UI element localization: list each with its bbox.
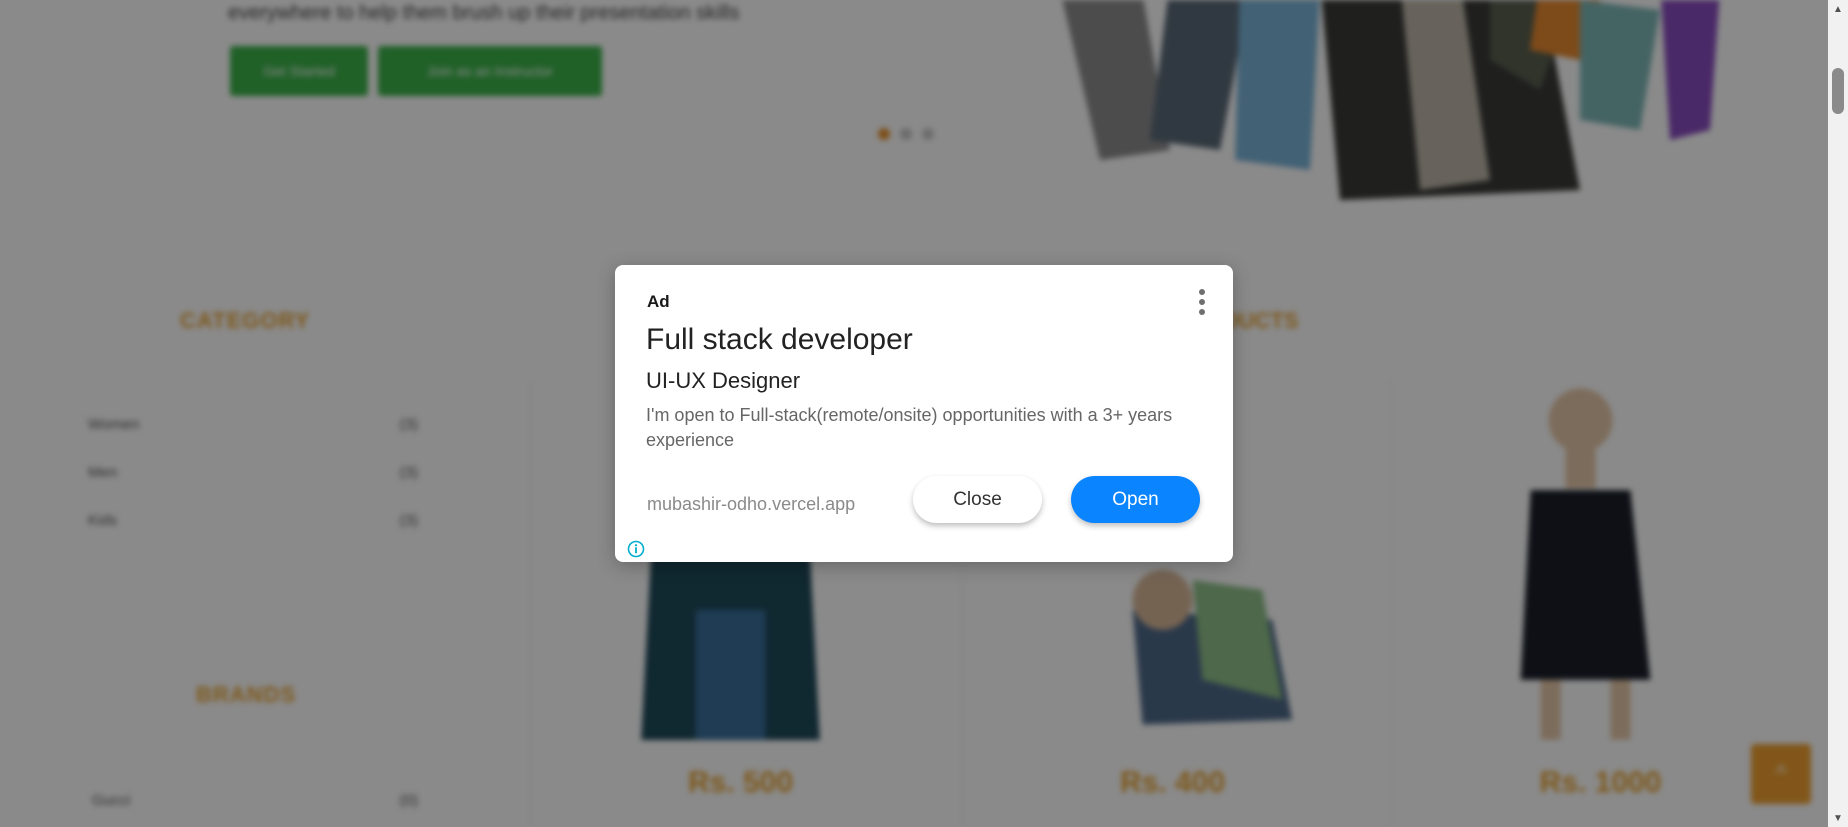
open-button[interactable]: Open <box>1071 476 1200 523</box>
ad-label: Ad <box>647 292 670 311</box>
close-button[interactable]: Close <box>913 476 1042 523</box>
ad-dialog: Ad Full stack developer UI-UX Designer I… <box>615 265 1233 562</box>
ad-title: Full stack developer <box>646 323 913 356</box>
ad-subtitle: UI-UX Designer <box>646 368 801 393</box>
scroll-thumb[interactable] <box>1832 68 1844 114</box>
vertical-scrollbar[interactable]: ▲ ▼ <box>1828 0 1848 827</box>
more-vertical-icon[interactable] <box>1191 287 1213 317</box>
info-icon[interactable] <box>627 540 645 558</box>
scroll-up-arrow[interactable]: ▲ <box>1828 0 1848 18</box>
ad-url[interactable]: mubashir-odho.vercel.app <box>647 494 855 515</box>
ad-description: I'm open to Full-stack(remote/onsite) op… <box>646 405 1173 450</box>
scroll-down-arrow[interactable]: ▼ <box>1828 809 1848 827</box>
